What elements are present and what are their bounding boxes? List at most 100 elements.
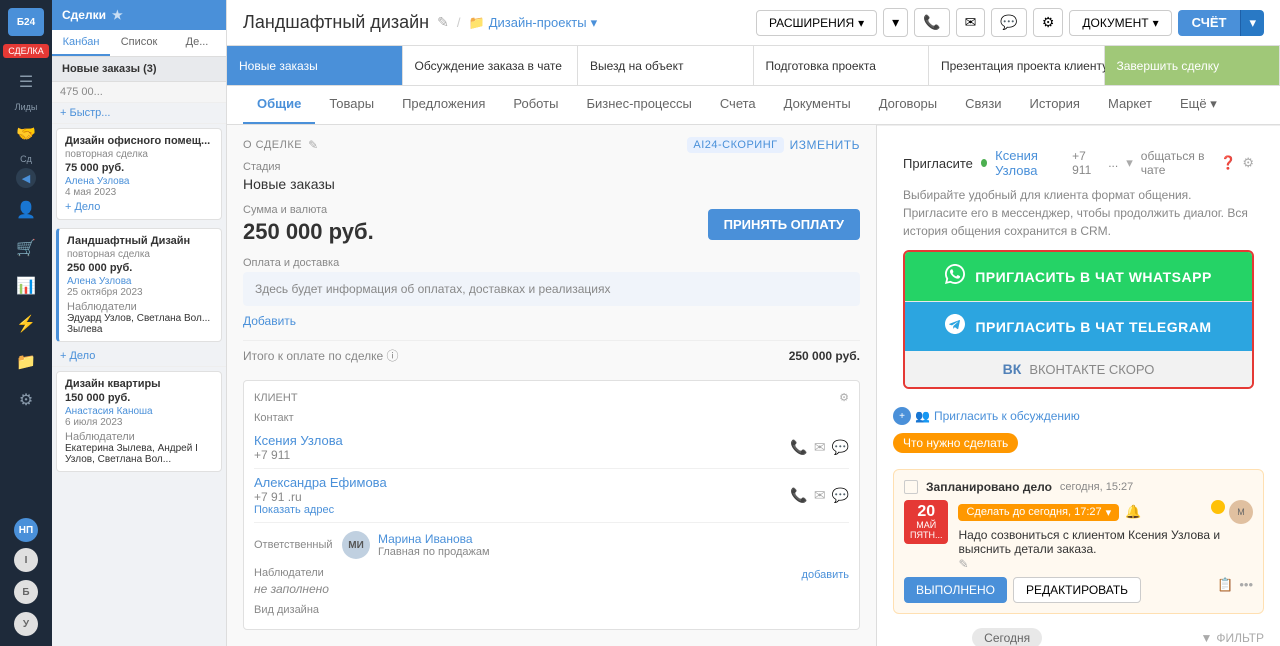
tab-goods[interactable]: Товары bbox=[315, 86, 388, 124]
count-button[interactable]: СЧЁТ bbox=[1178, 10, 1241, 36]
sidebar-icon-menu[interactable]: ☰ bbox=[8, 64, 44, 100]
deal-section-header: Новые заказы (3) bbox=[52, 57, 226, 82]
breadcrumb[interactable]: 📁 Дизайн-проекты ▾ bbox=[469, 15, 598, 31]
done-button[interactable]: ВЫПОЛНЕНО bbox=[904, 577, 1007, 603]
deal-card-1[interactable]: Дизайн офисного помещ... повторная сделк… bbox=[56, 128, 222, 220]
letter-b: Б bbox=[14, 580, 38, 604]
chevron-down-icon: ▾ bbox=[858, 16, 864, 30]
client-gear-icon[interactable]: ⚙ bbox=[839, 391, 849, 404]
letter-u: У bbox=[14, 612, 38, 636]
stage-site-visit[interactable]: Выезд на объект bbox=[578, 46, 754, 85]
filter-button[interactable]: ▼ ФИЛЬТР bbox=[1200, 631, 1264, 645]
tab-list[interactable]: Список bbox=[110, 30, 168, 56]
add-observer-link[interactable]: добавить bbox=[802, 569, 849, 581]
phone-chevron-icon[interactable]: ▾ bbox=[1126, 155, 1133, 171]
vk-invite-button[interactable]: ВК ВКОНТАКТЕ СКОРО bbox=[905, 351, 1252, 387]
contact1-chat-icon[interactable]: 💬 bbox=[832, 439, 849, 456]
tab-more[interactable]: Ещё ▾ bbox=[1166, 86, 1231, 124]
bell-icon[interactable]: 🔔 bbox=[1125, 504, 1141, 520]
add-deal-link-1[interactable]: + Дело bbox=[65, 201, 213, 213]
edit-button[interactable]: РЕДАКТИРОВАТЬ bbox=[1013, 577, 1141, 603]
accept-payment-button[interactable]: ПРИНЯТЬ ОПЛАТУ bbox=[708, 209, 860, 240]
task-edit-icon[interactable]: ✎ bbox=[958, 557, 968, 571]
show-address-link[interactable]: Показать адрес bbox=[254, 504, 387, 516]
tab-documents[interactable]: Документы bbox=[770, 86, 865, 124]
stage-project-prep[interactable]: Подготовка проекта bbox=[754, 46, 930, 85]
deal-card-3[interactable]: Дизайн квартиры 150 000 руб. Анастасия К… bbox=[56, 371, 222, 472]
deal-amount-header: 475 00... bbox=[52, 82, 226, 103]
copy-icon[interactable]: 📋 bbox=[1217, 577, 1233, 603]
tab-proposals[interactable]: Предложения bbox=[388, 86, 499, 124]
discuss-row[interactable]: + 👥 Пригласить к обсуждению bbox=[893, 407, 1080, 425]
invite-help-icon[interactable]: ❓ bbox=[1220, 155, 1236, 171]
deal-badge[interactable]: СДЕЛКА bbox=[3, 44, 49, 58]
skype-button[interactable]: 💬 bbox=[991, 8, 1026, 37]
stage-close-deal[interactable]: Завершить сделку bbox=[1105, 46, 1280, 85]
add-payment-link[interactable]: Добавить bbox=[243, 314, 860, 328]
deal-card-2[interactable]: Ландшафтный Дизайн повторная сделка 250 … bbox=[56, 228, 222, 342]
edit-deal-icon[interactable]: ✎ bbox=[308, 138, 319, 152]
tab-business-processes[interactable]: Бизнес-процессы bbox=[572, 86, 705, 124]
whatsapp-invite-button[interactable]: ПРИГЛАСИТЬ В ЧАТ WHATSAPP bbox=[905, 252, 1252, 301]
contact2-phone-icon[interactable]: 📞 bbox=[790, 487, 807, 504]
sidebar-icon-deals[interactable]: 🤝 bbox=[8, 116, 44, 152]
stage-chat-discussion[interactable]: Обсуждение заказа в чате bbox=[403, 46, 579, 85]
yellow-dot bbox=[1211, 500, 1225, 514]
deadline-row: Сделать до сегодня, 17:27 ▾ 🔔 М bbox=[958, 500, 1253, 524]
more-icon[interactable]: ••• bbox=[1239, 577, 1253, 603]
task-avatar: М bbox=[1229, 500, 1253, 524]
deadline-badge[interactable]: Сделать до сегодня, 17:27 ▾ bbox=[958, 504, 1119, 521]
tab-market[interactable]: Маркет bbox=[1094, 86, 1166, 124]
main-content: Ландшафтный дизайн ✎ / 📁 Дизайн-проекты … bbox=[227, 0, 1280, 646]
phone-button[interactable]: 📞 bbox=[914, 8, 949, 37]
app-logo[interactable]: Б24 bbox=[8, 8, 44, 36]
stage-client-presentation[interactable]: Презентация проекта клиенту bbox=[929, 46, 1105, 85]
extensions-arrow-button[interactable]: ▾ bbox=[883, 8, 908, 37]
contact2-email-icon[interactable]: ✉ bbox=[814, 487, 826, 504]
telegram-invite-button[interactable]: ПРИГЛАСИТЬ В ЧАТ TELEGRAM bbox=[905, 301, 1252, 351]
sidebar-icon-contacts[interactable]: 👤 bbox=[8, 192, 44, 228]
extensions-button[interactable]: РАСШИРЕНИЯ ▾ bbox=[756, 10, 877, 36]
sidebar-icon-files[interactable]: 📁 bbox=[8, 344, 44, 380]
sidebar-star-icon[interactable]: ★ bbox=[112, 8, 123, 22]
contact2-chat-icon[interactable]: 💬 bbox=[832, 487, 849, 504]
ai-badge[interactable]: AI24-скоринг bbox=[687, 137, 783, 153]
sidebar-icon-reports[interactable]: 📊 bbox=[8, 268, 44, 304]
settings-button[interactable]: ⚙ bbox=[1033, 8, 1064, 37]
sidebar-icon-automation[interactable]: ⚡ bbox=[8, 306, 44, 342]
todo-badge: Что нужно сделать bbox=[893, 433, 1018, 453]
invite-gear-icon[interactable]: ⚙ bbox=[1242, 155, 1254, 171]
tab-history[interactable]: История bbox=[1016, 86, 1094, 124]
contact1-email-icon[interactable]: ✉ bbox=[814, 439, 826, 456]
change-link[interactable]: изменить bbox=[790, 138, 860, 152]
sidebar-icon-settings[interactable]: ⚙ bbox=[8, 382, 44, 418]
quick-add[interactable]: + Быстр... bbox=[52, 103, 226, 124]
tab-general[interactable]: Общие bbox=[243, 86, 315, 124]
document-button[interactable]: ДОКУМЕНТ ▾ bbox=[1069, 10, 1171, 36]
edit-title-icon[interactable]: ✎ bbox=[437, 14, 449, 31]
add-deal-link-2[interactable]: + Дело bbox=[52, 346, 226, 367]
email-button[interactable]: ✉ bbox=[956, 8, 986, 37]
activity-date-badge: 20 МАЙ ПЯТН... bbox=[904, 500, 948, 544]
count-arrow-button[interactable]: ▾ bbox=[1240, 10, 1264, 36]
stage-new-orders[interactable]: Новые заказы bbox=[227, 46, 403, 85]
invite-header-row: Пригласите Ксения Узлова +7 911 ... ▾ об… bbox=[903, 148, 1254, 178]
tab-invoices[interactable]: Счета bbox=[706, 86, 770, 124]
client-section-header: Клиент ⚙ bbox=[254, 391, 849, 404]
page-title: Ландшафтный дизайн bbox=[243, 12, 429, 33]
pipeline-stages: Новые заказы Обсуждение заказа в чате Вы… bbox=[227, 46, 1280, 86]
activity-checkbox[interactable] bbox=[904, 480, 918, 494]
sidebar-icon-catalog[interactable]: 🛒 bbox=[8, 230, 44, 266]
observers-label: Наблюдатели bbox=[67, 301, 213, 313]
contact-row-1: Ксения Узлова +7 911 📞 ✉ 💬 bbox=[254, 427, 849, 469]
tab-robots[interactable]: Роботы bbox=[499, 86, 572, 124]
observers-value: не заполнено bbox=[254, 582, 849, 596]
planned-activity: Запланировано дело сегодня, 15:27 20 МАЙ… bbox=[893, 469, 1264, 614]
tab-connections[interactable]: Связи bbox=[951, 86, 1015, 124]
contact1-phone-icon[interactable]: 📞 bbox=[790, 439, 807, 456]
chevron-down-icon: ▾ bbox=[1106, 506, 1112, 519]
tab-kanban[interactable]: Канбан bbox=[52, 30, 110, 56]
invite-box: ПРИГЛАСИТЬ В ЧАТ WHATSAPP ПРИГЛАСИТЬ В Ч… bbox=[903, 250, 1254, 389]
tab-de[interactable]: Де... bbox=[168, 30, 226, 56]
tab-contracts[interactable]: Договоры bbox=[865, 86, 951, 124]
